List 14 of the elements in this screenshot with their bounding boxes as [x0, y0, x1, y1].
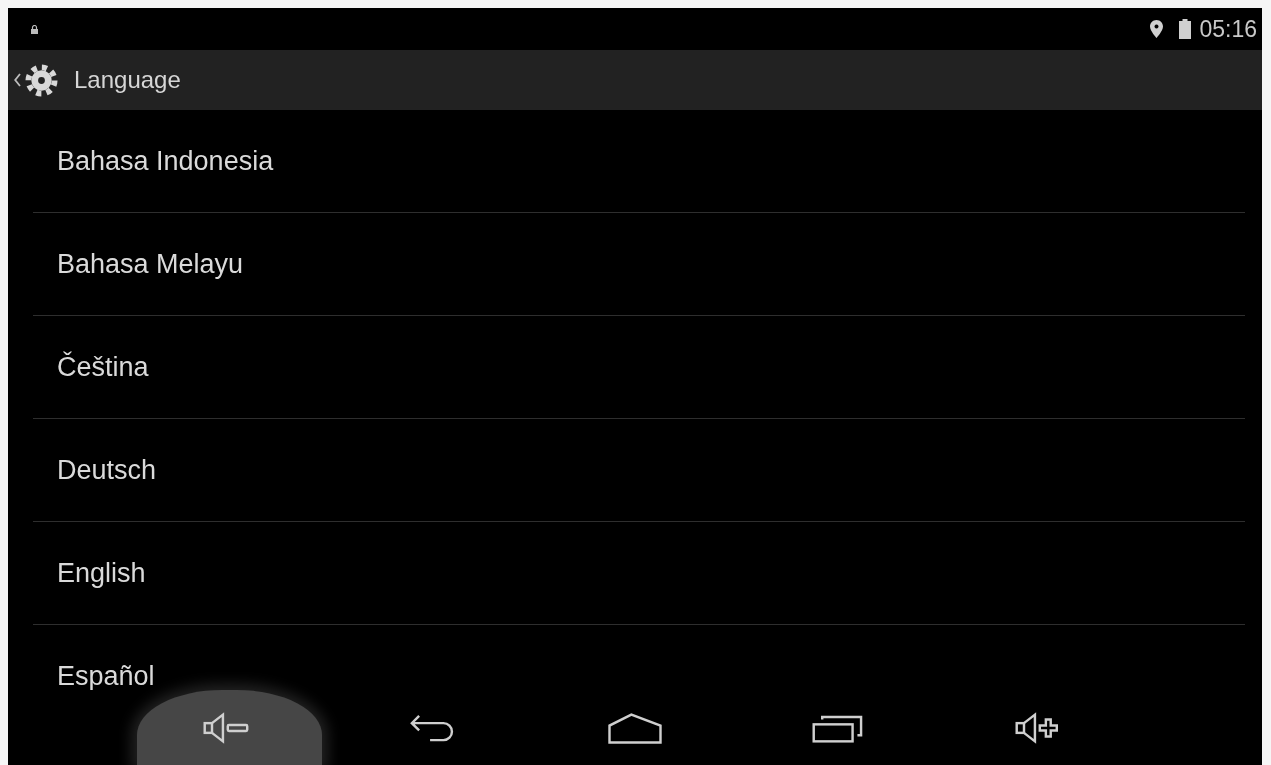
nav-button[interactable]: [136, 690, 322, 765]
battery-icon: [1179, 19, 1192, 39]
language-item[interactable]: English: [33, 522, 1245, 625]
lock-icon: [31, 24, 38, 34]
chevron-left-icon: [14, 73, 21, 87]
location-pin-icon: [1150, 20, 1164, 38]
clock-time: 05:16: [1199, 17, 1257, 41]
language-item[interactable]: Bahasa Indonesia: [33, 110, 1245, 213]
gear-icon: [25, 63, 58, 97]
screen-title: Language: [74, 65, 181, 95]
language-item[interactable]: Čeština: [33, 316, 1245, 419]
home-icon: [607, 710, 663, 745]
language-item[interactable]: Bahasa Melayu: [33, 213, 1245, 316]
language-item[interactable]: Deutsch: [33, 419, 1245, 522]
